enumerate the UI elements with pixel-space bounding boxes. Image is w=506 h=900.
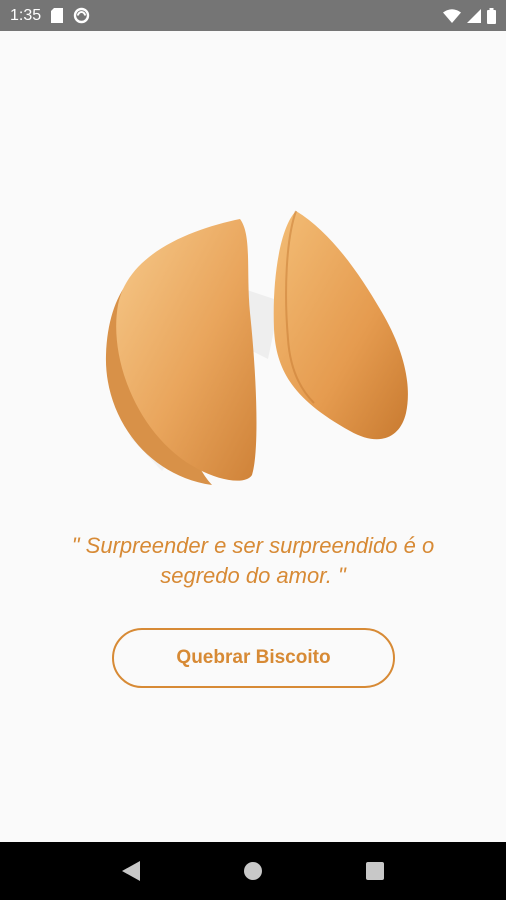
wifi-icon	[443, 8, 461, 23]
status-left: 1:35	[10, 7, 90, 25]
main-content: " Surpreender e ser surpreendido é o seg…	[0, 31, 506, 842]
home-icon[interactable]	[233, 851, 273, 891]
status-right	[443, 7, 496, 24]
navigation-bar	[0, 842, 506, 900]
status-bar: 1:35	[0, 0, 506, 31]
status-time: 1:35	[10, 6, 42, 24]
back-icon[interactable]	[111, 851, 151, 891]
recents-icon[interactable]	[355, 851, 395, 891]
break-cookie-button[interactable]: Quebrar Biscoito	[112, 628, 395, 688]
sync-icon	[73, 7, 90, 24]
fortune-cookie-image	[105, 210, 408, 485]
sd-card-icon	[51, 8, 64, 23]
fortune-phrase: " Surpreender e ser surpreendido é o seg…	[71, 533, 435, 588]
battery-icon	[487, 7, 496, 24]
signal-icon	[467, 8, 481, 23]
